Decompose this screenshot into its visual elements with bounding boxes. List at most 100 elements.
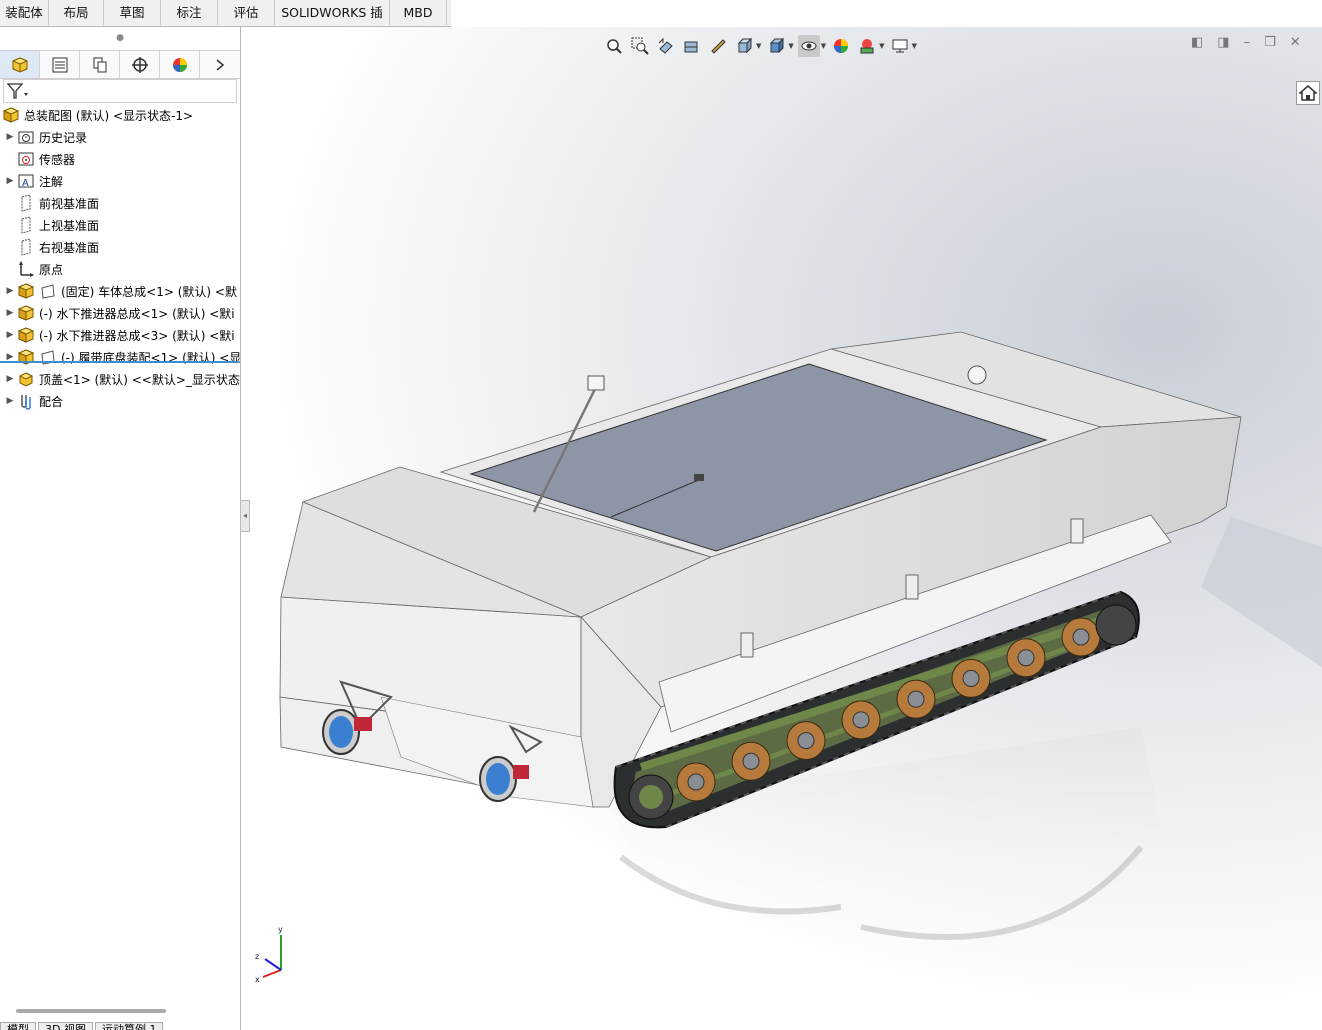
window-controls: ◧ ◨ – ❐ ✕ [1191,35,1301,50]
tree-item[interactable]: 上视基准面 [0,214,240,236]
tree-item[interactable]: ▶ (-) 水下推进器总成<3> (默认) <默i [0,324,240,346]
tree-item[interactable]: 传感器 [0,148,240,170]
tree-item[interactable]: ▶ 历史记录 [0,126,240,148]
feature-tree: 总装配图 (默认) <显示状态-1> ▶ 历史记录 传感器 ▶ A 注解 前视基准面 上视基准… [0,104,240,412]
tank-assembly-model[interactable]: y x z [241,27,1322,1030]
view-orientation-dropdown-icon[interactable]: ▼ [756,42,761,50]
expand-arrow-icon[interactable]: ▶ [3,374,17,384]
tree-item-label: (-) 水下推进器总成<1> (默认) <默i [39,306,235,321]
tab-evaluate[interactable]: 评估 [218,0,275,25]
tree-item[interactable]: ▶ 顶盖<1> (默认) <<默认>_显示状态 [0,368,240,390]
sketch-plane-icon [39,282,57,300]
tree-item[interactable]: 右视基准面 [0,236,240,258]
close-icon[interactable]: ✕ [1290,35,1301,50]
hide-show-dropdown-icon[interactable]: ▼ [821,42,826,50]
previous-view-icon[interactable] [655,35,677,57]
tree-item-label: 传感器 [39,152,76,167]
tab-3d-views[interactable]: 3D 视图 [38,1022,93,1030]
tab-solidworks-addins[interactable]: SOLIDWORKS 插件 [275,0,390,45]
display-manager-tab[interactable] [160,51,200,78]
tab-model[interactable]: 模型 [0,1022,36,1030]
expand-arrow-icon[interactable]: ▶ [3,330,17,340]
tree-item-label: 上视基准面 [39,218,100,233]
road-wheel-hub [742,752,760,770]
tab-mbd[interactable]: MBD [390,0,447,25]
tree-item[interactable]: ▶ 配合 [0,390,240,412]
plane-icon [17,238,35,256]
edit-appearance-icon[interactable] [830,35,852,57]
tab-layout[interactable]: 布局 [49,0,104,25]
heads-up-view-toolbar: ▼ ▼ ▼ ▼ ▼ [603,33,917,59]
filter-icon [6,83,28,99]
expand-arrow-icon[interactable]: ▶ [3,132,17,142]
mates-icon [17,392,35,410]
part-icon [17,370,35,388]
display-manager-icon [172,57,187,72]
restore-icon[interactable]: ❐ [1264,35,1276,50]
tree-item[interactable]: 前视基准面 [0,192,240,214]
panel-grip-icon[interactable]: ● [0,27,240,49]
tree-item-label: 配合 [39,394,64,409]
panel-collapse-handle[interactable]: ◂ [240,500,250,532]
tree-item[interactable]: ▶ (-) 水下推进器总成<1> (默认) <默i [0,302,240,324]
configuration-manager-tab[interactable] [80,51,120,78]
plane-icon [17,194,35,212]
tree-horizontal-scrollbar[interactable] [16,1009,166,1013]
command-manager-tabs: 装配体 布局 草图 标注 评估 SOLIDWORKS 插件 MBD [0,0,451,45]
tab-motion-study[interactable]: 运动算例 1 [94,1022,164,1030]
road-wheel-hub [907,690,925,708]
zoom-to-fit-icon[interactable] [603,35,625,57]
dimxpert-icon [131,56,148,73]
tree-item-label: (固定) 车体总成<1> (默认) <默 [61,284,237,299]
tile-left-icon[interactable]: ◧ [1191,35,1203,50]
triad-z-label: z [255,952,259,961]
tree-item-label: 顶盖<1> (默认) <<默认>_显示状态 [39,372,240,387]
tab-markup[interactable]: 标注 [161,0,218,25]
tree-item[interactable]: ▶ (-) 履带底盘装配<1> (默认) <显 [0,346,240,368]
view-settings-icon[interactable] [889,35,911,57]
road-wheel-hub [687,773,705,791]
property-manager-tab[interactable] [40,51,80,78]
road-wheel-hub [797,732,815,750]
expand-arrow-icon[interactable]: ▶ [3,396,17,406]
tree-item[interactable]: ▶ (固定) 车体总成<1> (默认) <默 [0,280,240,302]
expand-arrow-icon[interactable]: ▶ [3,176,17,186]
home-view-icon[interactable] [1296,81,1320,105]
display-style-icon[interactable] [765,35,787,57]
coordinate-triad: y x z [255,925,283,984]
expand-arrow-icon[interactable]: ▶ [3,286,17,296]
tree-root-assembly[interactable]: 总装配图 (默认) <显示状态-1> [0,104,240,126]
subassembly-icon [17,348,35,366]
shadow [1201,517,1322,667]
tile-right-icon[interactable]: ◨ [1217,35,1229,50]
dynamic-annotation-icon[interactable] [707,35,729,57]
tree-item[interactable]: 原点 [0,258,240,280]
road-wheel-hub [962,669,980,687]
apply-scene-dropdown-icon[interactable]: ▼ [879,42,884,50]
configuration-manager-icon [93,57,106,72]
subassembly-icon [17,282,35,300]
display-style-dropdown-icon[interactable]: ▼ [788,42,793,50]
manager-tabs [0,50,240,79]
tree-filter-input[interactable] [3,79,237,103]
apply-scene-icon[interactable] [856,35,878,57]
tab-sketch[interactable]: 草图 [104,0,161,25]
tree-item[interactable]: ▶ A 注解 [0,170,240,192]
dimxpert-manager-tab[interactable] [120,51,160,78]
tree-item-label: 注解 [39,174,64,189]
view-settings-dropdown-icon[interactable]: ▼ [912,42,917,50]
hide-show-icon[interactable] [797,35,820,57]
graphics-area[interactable]: y x z ▼ ▼ ▼ ▼ ▼ ◧ ◨ – ❐ ✕ [241,27,1322,1030]
tab-assembly[interactable]: 装配体 [0,0,49,25]
annotation-icon: A [17,172,35,190]
tree-root-label: 总装配图 (默认) <显示状态-1> [24,108,194,123]
expand-arrow-icon[interactable]: ▶ [3,308,17,318]
tree-item-label: 历史记录 [39,130,88,145]
minimize-icon[interactable]: – [1244,35,1251,50]
view-orientation-icon[interactable] [733,35,755,57]
zoom-to-area-icon[interactable] [629,35,651,57]
tree-item-label: 右视基准面 [39,240,100,255]
section-view-icon[interactable] [681,35,703,57]
more-tabs-chevron-icon[interactable] [200,51,240,78]
feature-manager-tab[interactable] [0,51,40,78]
